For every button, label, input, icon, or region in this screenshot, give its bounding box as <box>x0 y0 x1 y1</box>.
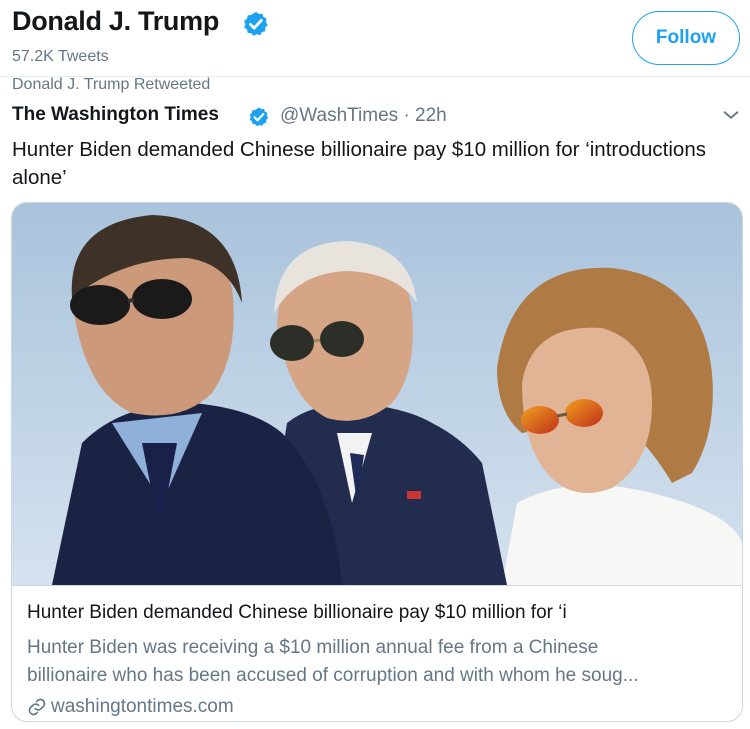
card-image[interactable] <box>12 203 742 585</box>
follow-button[interactable]: Follow <box>632 11 740 65</box>
card-domain-link[interactable]: washingtontimes.com <box>27 696 234 718</box>
verified-badge-icon <box>249 107 269 127</box>
profile-name[interactable]: Donald J. Trump <box>12 6 219 37</box>
author-name[interactable]: The Washington Times <box>12 104 219 126</box>
card-description: Hunter Biden was receiving a $10 million… <box>27 634 727 690</box>
link-preview-card[interactable]: Hunter Biden demanded Chinese billionair… <box>11 202 743 722</box>
link-icon <box>28 698 46 716</box>
profile-header: Donald J. Trump 57.2K Tweets Follow <box>0 0 750 77</box>
card-title[interactable]: Hunter Biden demanded Chinese billionair… <box>27 602 567 624</box>
author-handle-time[interactable]: @WashTimes · 22h <box>280 105 447 127</box>
card-photo <box>12 203 742 585</box>
retweet-context[interactable]: Donald J. Trump Retweeted <box>12 76 210 94</box>
chevron-down-icon[interactable] <box>720 104 742 126</box>
verified-badge-icon <box>244 11 268 36</box>
card-domain[interactable]: washingtontimes.com <box>51 696 234 718</box>
tweet-count: 57.2K Tweets <box>12 48 109 65</box>
card-description-line: Hunter Biden was receiving a $10 million… <box>27 637 599 658</box>
card-description-line: billionaire who has been accused of corr… <box>27 665 639 686</box>
tweet-text: Hunter Biden demanded Chinese billionair… <box>12 138 706 189</box>
card-body[interactable]: Hunter Biden demanded Chinese billionair… <box>12 585 742 721</box>
